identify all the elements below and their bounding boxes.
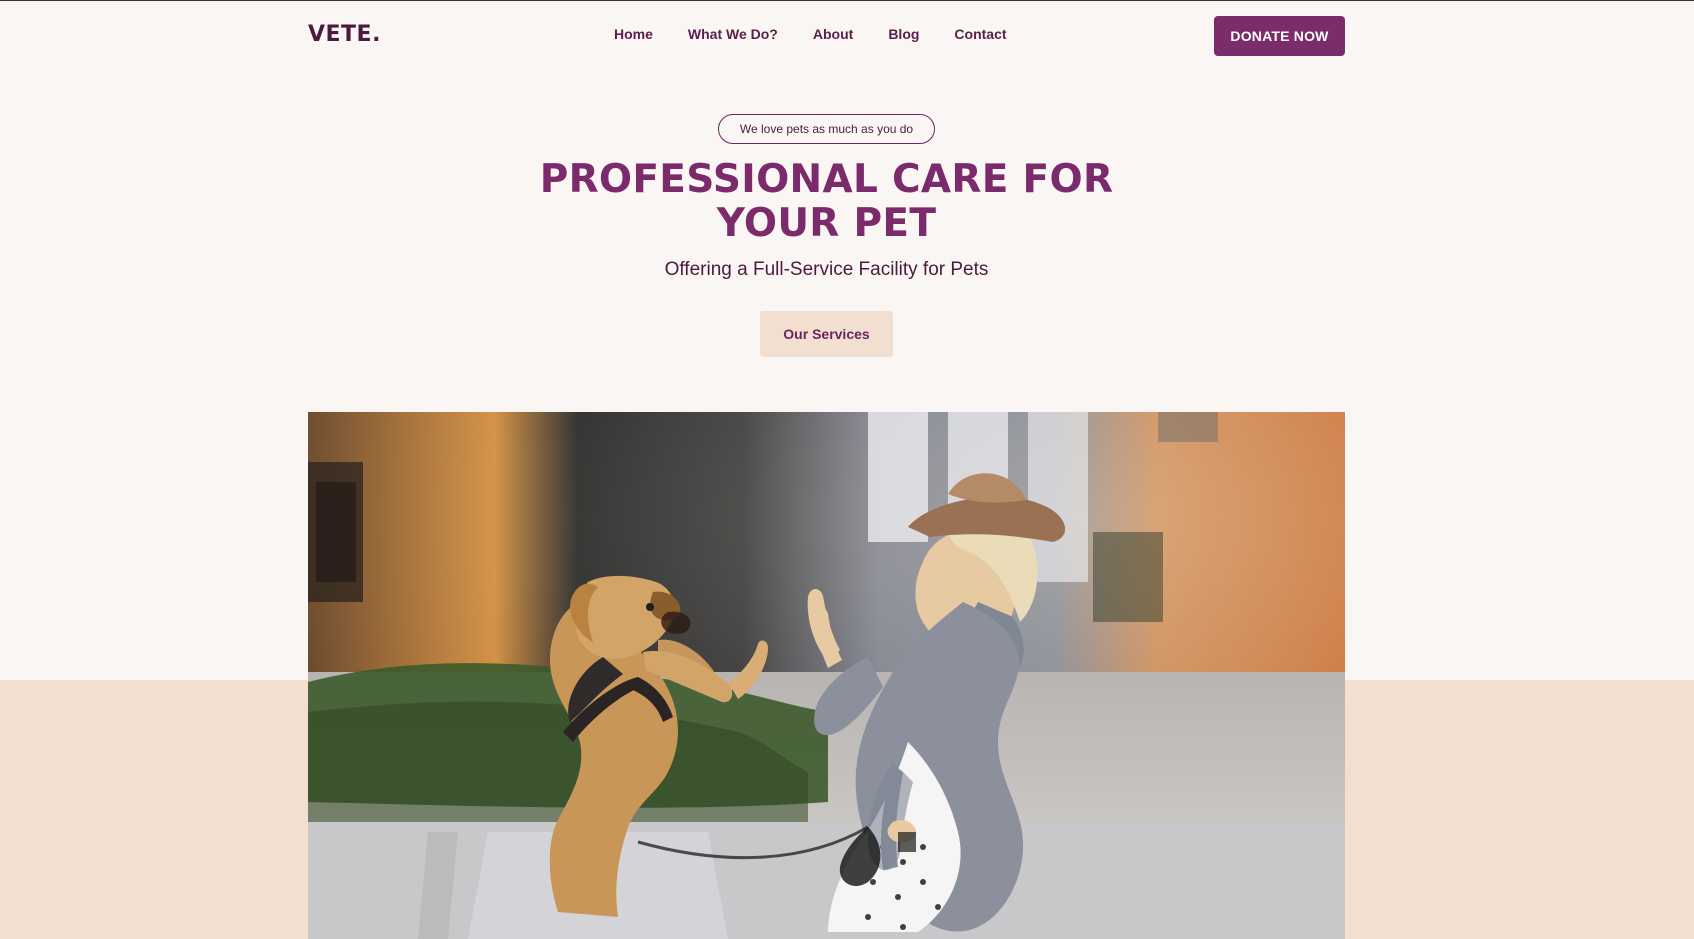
nav-item-home: Home <box>614 26 653 44</box>
hero-title: PROFESSIONAL CARE FOR YOUR PET <box>500 158 1153 246</box>
woman-high-five-dog-photo <box>308 412 1345 939</box>
donate-button[interactable]: DONATE NOW <box>1214 16 1345 56</box>
our-services-button[interactable]: Our Services <box>760 311 893 357</box>
nav-link-home[interactable]: Home <box>614 26 653 42</box>
site-logo[interactable]: VETE. <box>308 22 381 47</box>
nav-link-contact[interactable]: Contact <box>954 26 1006 42</box>
nav-link-about[interactable]: About <box>813 26 853 42</box>
hero-subtitle: Offering a Full-Service Facility for Pet… <box>664 259 989 280</box>
nav-item-what-we-do: What We Do? <box>688 26 778 44</box>
site-header: VETE. Home What We Do? About Blog Contac… <box>308 16 1345 56</box>
main-nav: Home What We Do? About Blog Contact <box>614 26 1042 44</box>
hero-photo <box>308 412 1345 939</box>
tagline-badge: We love pets as much as you do <box>718 114 935 144</box>
page: VETE. Home What We Do? About Blog Contac… <box>0 0 1694 939</box>
nav-item-contact: Contact <box>954 26 1006 44</box>
hero-title-line-1: PROFESSIONAL CARE FOR <box>539 157 1114 202</box>
tagline-text: We love pets as much as you do <box>739 122 914 136</box>
nav-link-what-we-do[interactable]: What We Do? <box>688 26 778 42</box>
nav-item-blog: Blog <box>888 26 919 44</box>
nav-item-about: About <box>813 26 853 44</box>
nav-link-blog[interactable]: Blog <box>888 26 919 42</box>
hero-title-line-2: YOUR PET <box>716 201 937 246</box>
top-divider <box>0 0 1694 1</box>
